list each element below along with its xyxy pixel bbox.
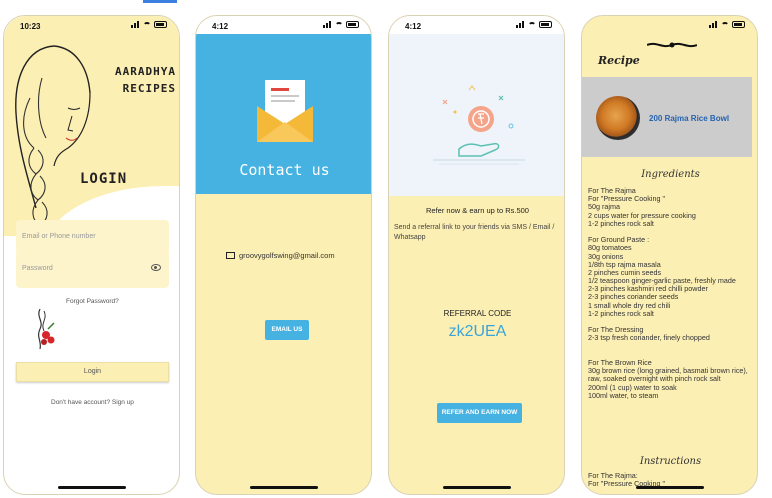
- brand-line-2: RECIPES: [122, 82, 176, 95]
- status-bar: [582, 16, 757, 34]
- top-tab-indicator: [143, 0, 177, 3]
- ingredients-heading: Ingredients: [641, 169, 700, 180]
- home-indicator: [635, 486, 704, 489]
- contact-title: Contact us: [239, 161, 330, 179]
- wifi-icon: [721, 21, 729, 28]
- password-placeholder: Password: [22, 265, 53, 272]
- referral-code: zk2UEA: [448, 323, 507, 340]
- status-time: 4:12: [405, 22, 422, 31]
- login-screen: 10:23 AARADHYA RECIPES LOGIN Email or Ph…: [3, 15, 180, 495]
- coin-hand-icon: [433, 85, 525, 165]
- signal-icon: [709, 21, 718, 28]
- home-indicator: [442, 486, 511, 489]
- recipe-card-title: 200 Rajma Rice Bowl: [649, 114, 730, 123]
- forgot-password-link[interactable]: Forgot Password?: [66, 298, 119, 305]
- wifi-icon: [335, 21, 343, 28]
- recipe-page-title: Recipe: [598, 54, 640, 67]
- home-indicator: [249, 486, 318, 489]
- signal-icon: [516, 21, 525, 28]
- brand-line-1: AARADHYA: [115, 65, 176, 78]
- envelope-icon: [257, 80, 313, 142]
- recipe-screen: Recipe 200 Rajma Rice Bowl Ingredients F…: [581, 15, 758, 495]
- email-field[interactable]: Email or Phone number: [16, 220, 169, 256]
- status-bar: 4:12: [389, 16, 564, 34]
- ingredient-line: 2-3 tsp fresh coriander, finely chopped: [588, 333, 710, 343]
- signup-link[interactable]: Don't have account? Sign up: [51, 399, 134, 406]
- instructions-heading: Instructions: [639, 456, 702, 467]
- refer-headline: Refer now & earn up to Rs.500: [426, 206, 529, 215]
- braid-tassel-icon: [37, 309, 55, 350]
- ingredient-line: [588, 343, 754, 351]
- refer-screen: 4:12 Refer now & earn up to Rs.500 Send …: [388, 15, 565, 495]
- eye-icon[interactable]: [151, 264, 161, 271]
- battery-icon: [539, 21, 552, 28]
- battery-icon: [346, 21, 359, 28]
- mail-icon: [226, 252, 235, 259]
- wifi-icon: [528, 21, 536, 28]
- status-time: 10:23: [20, 22, 41, 31]
- status-bar: 10:23: [4, 16, 179, 34]
- referral-code-label: REFERRAL CODE: [443, 309, 512, 318]
- signal-icon: [323, 21, 332, 28]
- signal-icon: [131, 21, 140, 28]
- ingredient-line: 1-2 pinches rock salt: [588, 218, 654, 228]
- password-field[interactable]: Password: [16, 252, 169, 288]
- email-placeholder: Email or Phone number: [22, 233, 96, 240]
- battery-icon: [732, 21, 745, 28]
- contact-email: groovygolfswing@gmail.com: [239, 251, 335, 260]
- login-heading: LOGIN: [80, 171, 128, 187]
- status-time: 4:12: [212, 22, 229, 31]
- home-indicator: [57, 486, 126, 489]
- email-us-button[interactable]: EMAIL US: [265, 320, 309, 340]
- refer-and-earn-button[interactable]: REFER AND EARN NOW: [437, 403, 522, 423]
- email-row: groovygolfswing@gmail.com: [226, 251, 335, 260]
- wifi-icon: [143, 21, 151, 28]
- brand-title: AARADHYA RECIPES: [104, 63, 176, 97]
- flourish-icon: [647, 42, 697, 48]
- login-button[interactable]: Login: [16, 362, 169, 382]
- dish-photo: [596, 96, 640, 140]
- ingredients-list: For The Rajma For "Pressure Cooking " 50…: [588, 186, 754, 400]
- refer-description: Send a referral link to your friends via…: [394, 224, 555, 241]
- contact-screen: 4:12 Contact us groovygolfswing@gmail.co…: [195, 15, 372, 495]
- ingredient-line: 1-2 pinches rock salt: [588, 308, 654, 318]
- ingredient-line: 100ml water, to steam: [588, 390, 659, 400]
- status-bar: 4:12: [196, 16, 371, 34]
- battery-icon: [154, 21, 167, 28]
